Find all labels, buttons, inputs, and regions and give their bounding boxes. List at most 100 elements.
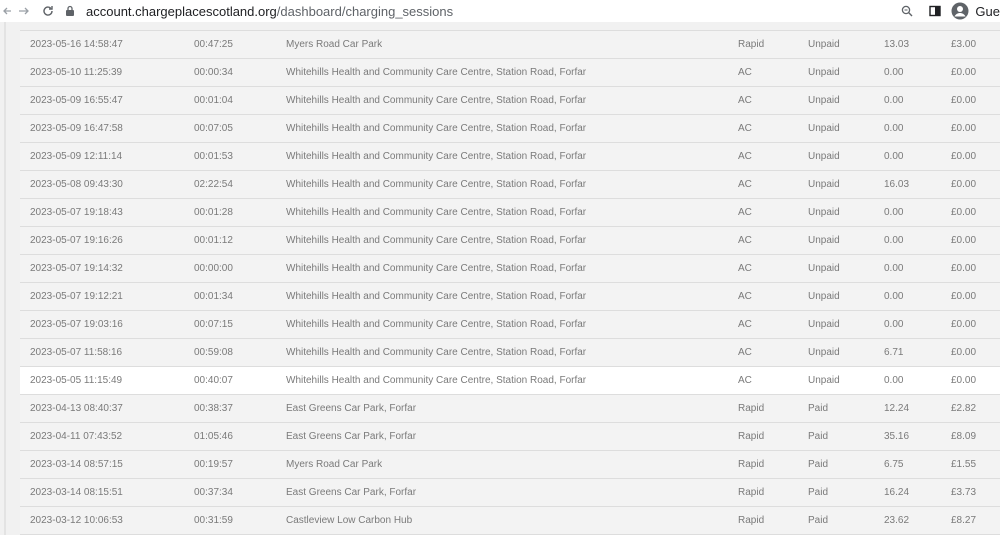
table-row[interactable]: 2023-04-13 08:40:37 00:38:37 East Greens C… xyxy=(20,395,1000,423)
payment-status: Unpaid xyxy=(808,123,840,134)
session-duration: 00:01:34 xyxy=(194,291,233,302)
table-row[interactable]: 2023-03-12 10:06:53 00:31:59 Castleview Lo… xyxy=(20,507,1000,535)
session-cost: £0.00 xyxy=(951,235,977,246)
table-row[interactable]: 2023-05-07 19:16:26 00:01:12 Whitehills He… xyxy=(20,227,1000,255)
table-row[interactable]: 2023-05-09 16:47:58 00:07:05 Whitehills He… xyxy=(20,115,1000,143)
energy-kwh: 0.00 xyxy=(884,67,904,78)
session-duration: 00:59:08 xyxy=(194,347,233,358)
session-duration: 00:01:28 xyxy=(194,207,233,218)
session-location: Whitehills Health and Community Care Cen… xyxy=(286,291,587,302)
session-cost: £8.09 xyxy=(951,431,977,442)
session-location: Whitehills Health and Community Care Cen… xyxy=(286,235,587,246)
table-row[interactable]: 2023-03-14 08:15:51 00:37:34 East Greens C… xyxy=(20,479,1000,507)
payment-status: Unpaid xyxy=(808,375,840,386)
payment-status: Paid xyxy=(808,515,829,526)
session-location: Whitehills Health and Community Care Cen… xyxy=(286,151,587,162)
session-cost: £0.00 xyxy=(951,347,977,358)
energy-kwh: 16.03 xyxy=(884,179,910,190)
session-cost: £8.27 xyxy=(951,515,977,526)
session-date: 2023-05-05 11:15:49 xyxy=(30,375,123,386)
profile-button[interactable]: Gue xyxy=(951,2,1000,20)
table-row[interactable]: 2023-05-07 11:58:16 00:59:08 Whitehills He… xyxy=(20,339,1000,367)
session-cost: £0.00 xyxy=(951,207,977,218)
energy-kwh: 0.00 xyxy=(884,151,904,162)
session-date: 2023-05-09 12:11:14 xyxy=(30,151,123,162)
browser-toolbar: account.chargeplacescotland.org/dashboar… xyxy=(0,0,1000,22)
table-row[interactable]: 2023-05-10 11:25:39 00:00:34 Whitehills He… xyxy=(20,59,1000,87)
session-date: 2023-05-07 19:18:43 xyxy=(30,207,123,218)
reload-icon[interactable] xyxy=(38,1,58,21)
session-cost: £0.00 xyxy=(951,319,977,330)
energy-kwh: 0.00 xyxy=(884,123,904,134)
charger-type: Rapid xyxy=(738,487,765,498)
payment-status: Paid xyxy=(808,459,829,470)
table-row[interactable]: 2023-05-07 19:12:21 00:01:34 Whitehills He… xyxy=(20,283,1000,311)
payment-status: Unpaid xyxy=(808,179,840,190)
session-location: Myers Road Car Park xyxy=(286,39,383,50)
energy-kwh: 13.03 xyxy=(884,39,910,50)
session-date: 2023-05-09 16:55:47 xyxy=(30,95,123,106)
energy-kwh: 0.00 xyxy=(884,319,904,330)
charger-type: AC xyxy=(738,151,752,162)
session-duration: 00:47:25 xyxy=(194,39,233,50)
session-location: Whitehills Health and Community Care Cen… xyxy=(286,263,587,274)
back-arrow-icon[interactable] xyxy=(0,1,14,21)
energy-kwh: 0.00 xyxy=(884,263,904,274)
session-cost: £0.00 xyxy=(951,291,977,302)
session-date: 2023-05-07 11:58:16 xyxy=(30,347,123,358)
session-duration: 00:01:12 xyxy=(194,235,233,246)
session-date: 2023-03-14 08:15:51 xyxy=(30,487,123,498)
table-row[interactable]: 2023-05-08 09:43:30 02:22:54 Whitehills He… xyxy=(20,171,1000,199)
session-location: Whitehills Health and Community Care Cen… xyxy=(286,179,587,190)
energy-kwh: 0.00 xyxy=(884,375,904,386)
session-cost: £0.00 xyxy=(951,151,977,162)
energy-kwh: 16.24 xyxy=(884,487,910,498)
session-date: 2023-05-07 19:12:21 xyxy=(30,291,123,302)
session-date: 2023-05-07 19:16:26 xyxy=(30,235,123,246)
session-cost: £0.00 xyxy=(951,67,977,78)
table-row[interactable]: 2023-04-11 07:43:52 01:05:46 East Greens C… xyxy=(20,423,1000,451)
session-date: 2023-05-07 19:03:16 xyxy=(30,319,123,330)
table-row[interactable]: 2023-05-16 14:58:47 00:47:25 Myers Road Ca… xyxy=(20,31,1000,59)
charging-sessions-table: 2023-05-16 14:58:47 00:47:25 Myers Road Ca… xyxy=(20,30,1000,535)
session-location: East Greens Car Park, Forfar xyxy=(286,403,417,414)
side-panel-icon[interactable] xyxy=(929,5,942,17)
session-location: Whitehills Health and Community Care Cen… xyxy=(286,95,587,106)
energy-kwh: 12.24 xyxy=(884,403,910,414)
session-location: Whitehills Health and Community Care Cen… xyxy=(286,375,587,386)
session-cost: £0.00 xyxy=(951,123,977,134)
table-row[interactable]: 2023-05-07 19:18:43 00:01:28 Whitehills He… xyxy=(20,199,1000,227)
table-row[interactable]: 2023-05-09 12:11:14 00:01:53 Whitehills He… xyxy=(20,143,1000,171)
left-gutter xyxy=(0,22,20,535)
table-row[interactable]: 2023-05-05 11:15:49 00:40:07 Whitehills He… xyxy=(20,367,1000,395)
session-duration: 00:37:34 xyxy=(194,487,233,498)
session-location: Whitehills Health and Community Care Cen… xyxy=(286,319,587,330)
charger-type: AC xyxy=(738,291,752,302)
table-row[interactable]: 2023-05-09 16:55:47 00:01:04 Whitehills He… xyxy=(20,87,1000,115)
charger-type: AC xyxy=(738,375,752,386)
session-duration: 00:00:34 xyxy=(194,67,233,78)
charger-type: AC xyxy=(738,235,752,246)
session-date: 2023-05-10 11:25:39 xyxy=(30,67,123,78)
session-cost: £2.82 xyxy=(951,403,977,414)
charger-type: AC xyxy=(738,67,752,78)
charger-type: AC xyxy=(738,263,752,274)
charger-type: Rapid xyxy=(738,403,765,414)
url-host: account.chargeplacescotland.org xyxy=(86,3,277,19)
payment-status: Unpaid xyxy=(808,67,840,78)
forward-arrow-icon[interactable] xyxy=(14,1,34,21)
charger-type: AC xyxy=(738,95,752,106)
table-row[interactable]: 2023-05-07 19:14:32 00:00:00 Whitehills He… xyxy=(20,255,1000,283)
address-bar[interactable]: account.chargeplacescotland.org/dashboar… xyxy=(64,0,901,22)
session-duration: 00:19:57 xyxy=(194,459,233,470)
session-location: Whitehills Health and Community Care Cen… xyxy=(286,347,587,358)
table-row[interactable]: 2023-05-07 19:03:16 00:07:15 Whitehills He… xyxy=(20,311,1000,339)
session-location: Whitehills Health and Community Care Cen… xyxy=(286,123,587,134)
zoom-icon[interactable] xyxy=(901,5,913,17)
session-cost: £3.00 xyxy=(951,39,977,50)
charger-type: AC xyxy=(738,179,752,190)
payment-status: Unpaid xyxy=(808,319,840,330)
session-duration: 00:01:53 xyxy=(194,151,233,162)
table-row[interactable]: 2023-03-14 08:57:15 00:19:57 Myers Road Ca… xyxy=(20,451,1000,479)
energy-kwh: 0.00 xyxy=(884,291,904,302)
